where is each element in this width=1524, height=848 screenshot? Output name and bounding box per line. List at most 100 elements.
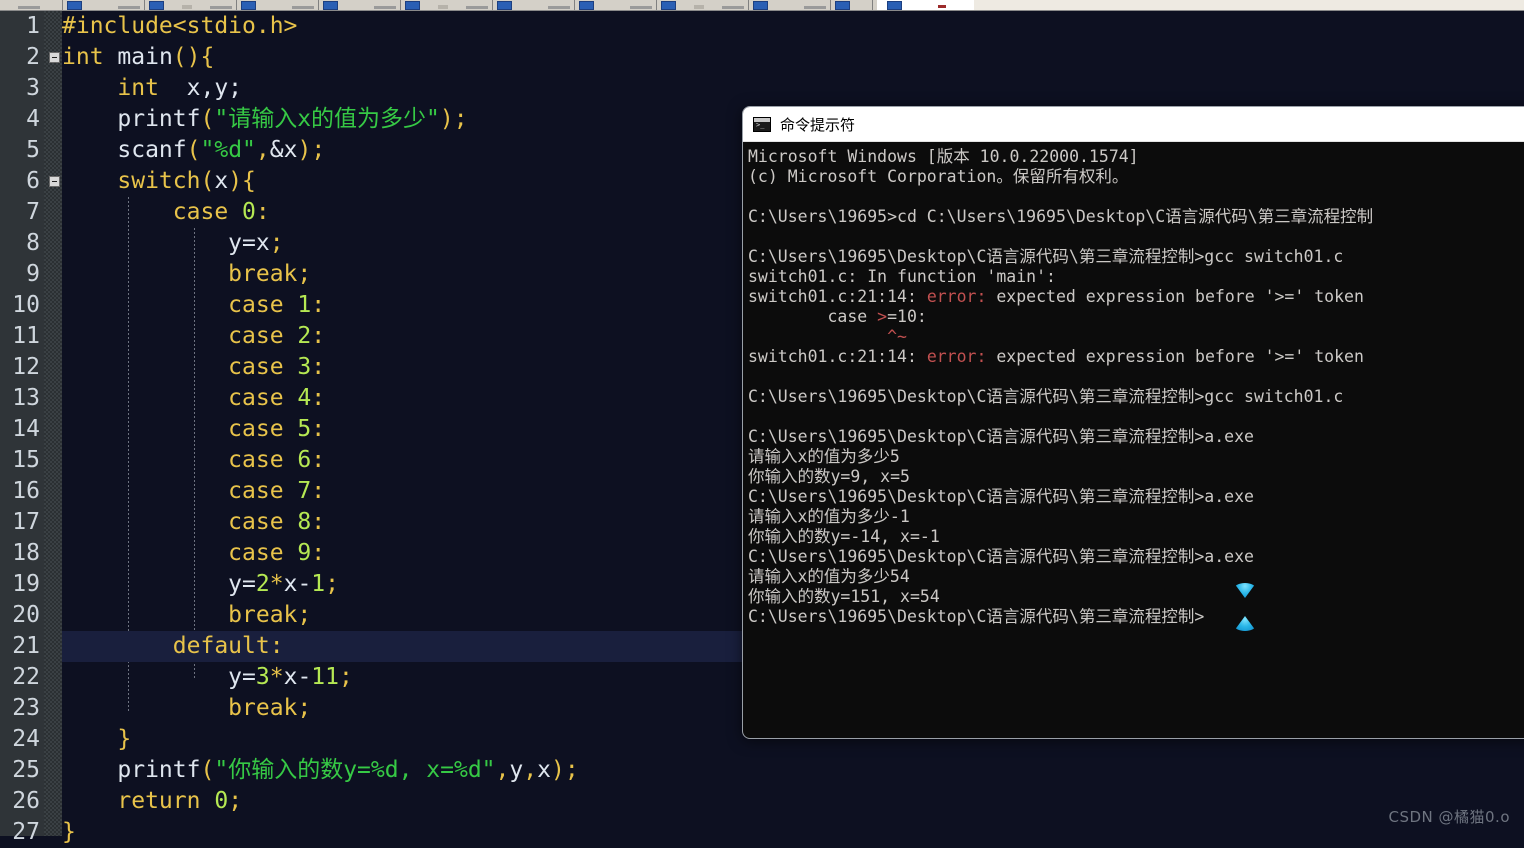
code-line[interactable]: #include<stdio.h> — [62, 11, 1524, 42]
code-token — [62, 261, 228, 287]
cmd-output-line: C:\Users\19695\Desktop\C语言源代码\第三章流程控制>a.… — [748, 547, 1524, 567]
code-token — [284, 478, 298, 504]
toolbar-icon-blue[interactable] — [323, 1, 338, 10]
code-token: case — [228, 478, 283, 504]
toolbar-icon-blue[interactable] — [753, 1, 768, 10]
toolbar-group[interactable] — [497, 0, 570, 10]
toolbar-icon-grey[interactable] — [722, 6, 744, 9]
toolbar-icon-thin[interactable] — [438, 5, 448, 9]
line-number: 9 — [0, 259, 40, 290]
code-token: 11 — [311, 664, 339, 690]
toolbar-icon-grey[interactable] — [118, 6, 140, 9]
code-token: ; — [311, 137, 325, 163]
code-token — [284, 354, 298, 380]
code-line[interactable]: int x,y; — [62, 73, 1524, 104]
toolbar-icon-red[interactable] — [938, 5, 946, 8]
code-token — [62, 695, 228, 721]
toolbar-group[interactable] — [579, 0, 652, 10]
app-toolbar-strip[interactable] — [0, 0, 1524, 11]
code-token — [62, 168, 117, 194]
toolbar-group[interactable] — [323, 0, 396, 10]
cmd-output-segment: ^~ — [887, 327, 907, 346]
toolbar-group[interactable] — [67, 0, 140, 10]
code-fold-strip[interactable] — [44, 11, 62, 836]
toolbar-icon-blue[interactable] — [835, 1, 850, 10]
line-number: 7 — [0, 197, 40, 228]
cmd-output-line: C:\Users\19695\Desktop\C语言源代码\第三章流程控制> — [748, 607, 1524, 627]
code-token: case — [228, 292, 283, 318]
code-token: switch — [117, 168, 200, 194]
code-line[interactable]: int main(){ — [62, 42, 1524, 73]
toolbar-icon-grey[interactable] — [18, 6, 40, 9]
code-token: ( — [187, 137, 201, 163]
toolbar-group[interactable] — [753, 0, 826, 10]
code-token: : — [311, 540, 325, 566]
line-number: 16 — [0, 476, 40, 507]
toolbar-group[interactable] — [405, 0, 488, 10]
toolbar-icon-blue[interactable] — [67, 1, 82, 10]
line-number: 20 — [0, 600, 40, 631]
toolbar-icon-blue[interactable] — [579, 1, 594, 10]
toolbar-group[interactable] — [661, 0, 744, 10]
code-token: ; — [297, 261, 311, 287]
toolbar-group[interactable] — [835, 0, 868, 10]
code-token: "请输入x的值为多少" — [214, 106, 440, 132]
toolbar-separator — [492, 0, 493, 10]
cmd-output-segment: > — [877, 307, 887, 326]
toolbar-icon-blue[interactable] — [241, 1, 256, 10]
toolbar-icon-blue[interactable] — [887, 1, 902, 10]
code-token — [62, 633, 173, 659]
line-number: 21 — [0, 631, 40, 662]
code-token — [62, 447, 228, 473]
code-token — [62, 478, 228, 504]
code-token — [62, 788, 117, 814]
toolbar-icon-grey[interactable] — [292, 6, 314, 9]
cmd-output-segment: C:\Users\19695\Desktop\C语言源代码\第三章流程控制>gc… — [748, 247, 1343, 266]
toolbar-icon-grey[interactable] — [630, 6, 652, 9]
toolbar-icon-blue[interactable] — [497, 1, 512, 10]
toolbar-group[interactable] — [0, 0, 58, 10]
code-token: case — [228, 540, 283, 566]
toolbar-group-active[interactable] — [877, 0, 974, 10]
code-token — [62, 354, 228, 380]
toolbar-icon-grey[interactable] — [374, 6, 396, 9]
toolbar-icon-grey[interactable] — [548, 6, 570, 9]
code-token: 7 — [297, 478, 311, 504]
toolbar-group-end[interactable] — [974, 0, 1524, 10]
toolbar-group[interactable] — [149, 0, 232, 10]
fold-toggle-icon[interactable] — [49, 52, 60, 63]
cmd-output-line: ^~ — [748, 327, 1524, 347]
toolbar-icon-thin[interactable] — [182, 5, 192, 9]
code-line[interactable]: } — [62, 817, 1524, 848]
toolbar-group[interactable] — [241, 0, 314, 10]
toolbar-icon-thin[interactable] — [694, 5, 704, 9]
code-token — [284, 385, 298, 411]
code-token: x — [537, 757, 551, 783]
command-prompt-window[interactable]: 命令提示符 Microsoft Windows [版本 10.0.22000.1… — [742, 106, 1524, 739]
toolbar-icon-blue[interactable] — [405, 1, 420, 10]
toolbar-icon-grey[interactable] — [466, 6, 488, 9]
cmd-output-segment: case — [748, 307, 877, 326]
cmd-output-segment: expected expression before '>=' token — [986, 287, 1364, 306]
code-token: 3 — [297, 354, 311, 380]
code-token: } — [62, 819, 76, 845]
cmd-output-segment: expected expression before '>=' token — [986, 347, 1364, 366]
cmd-title-bar[interactable]: 命令提示符 — [743, 107, 1524, 142]
cmd-output-line: 请输入x的值为多少54 — [748, 567, 1524, 587]
toolbar-icon-blue[interactable] — [661, 1, 676, 10]
code-token: "%d" — [201, 137, 256, 163]
cmd-console-output[interactable]: Microsoft Windows [版本 10.0.22000.1574](c… — [743, 142, 1524, 739]
toolbar-icon-grey[interactable] — [804, 6, 826, 9]
toolbar-icon-blue[interactable] — [149, 1, 164, 10]
cmd-output-segment: 你输入的数y=9, x=5 — [748, 467, 910, 486]
toolbar-icon-grey[interactable] — [210, 6, 232, 9]
cmd-output-segment: C:\Users\19695\Desktop\C语言源代码\第三章流程控制> — [748, 607, 1204, 626]
code-token: ; — [454, 106, 468, 132]
toolbar-separator — [400, 0, 401, 10]
code-token: y — [509, 757, 523, 783]
fold-toggle-icon[interactable] — [49, 176, 60, 187]
code-line[interactable]: printf("你输入的数y=%d, x=%d",y,x); — [62, 755, 1524, 786]
code-line[interactable]: return 0; — [62, 786, 1524, 817]
toolbar-separator — [62, 0, 63, 10]
code-token — [62, 292, 228, 318]
